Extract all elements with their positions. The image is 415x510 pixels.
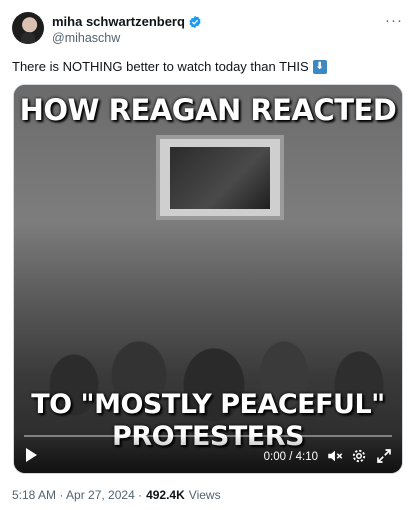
tweet-timestamp[interactable]: 5:18 AM · Apr 27, 2024 ·: [12, 488, 142, 502]
views-count[interactable]: 492.4K: [146, 488, 185, 502]
video-time: 0:00 / 4:10: [263, 451, 318, 463]
video-player[interactable]: HOW REAGAN REACTED TO "MOSTLY PEACEFUL" …: [13, 84, 403, 474]
tweet-header: miha schwartzenberq @mihaschw ···: [12, 12, 403, 46]
author-name-row[interactable]: miha schwartzenberq: [52, 14, 202, 29]
play-icon[interactable]: [26, 448, 37, 462]
volume-icon[interactable]: [326, 447, 344, 465]
video-controls: 0:00 / 4:10: [14, 433, 402, 473]
verified-badge-icon: [189, 15, 201, 28]
tweet-meta: 5:18 AM · Apr 27, 2024 · 492.4K Views: [12, 488, 221, 502]
author-handle[interactable]: @mihaschw: [52, 31, 120, 45]
author-display-name[interactable]: miha schwartzenberq: [52, 14, 185, 29]
video-headline-top: HOW REAGAN REACTED: [19, 93, 397, 127]
down-arrow-emoji-icon: ⬇: [312, 59, 327, 74]
tweet-text-body: There is NOTHING better to watch today t…: [12, 59, 309, 74]
views-label: Views: [188, 488, 221, 502]
avatar[interactable]: [12, 12, 44, 44]
video-headline-bottom-1: TO "MOSTLY PEACEFUL": [31, 389, 385, 420]
fullscreen-icon[interactable]: [375, 447, 393, 465]
tweet-text: There is NOTHING better to watch today t…: [12, 59, 327, 74]
gear-icon[interactable]: [350, 447, 368, 465]
more-icon[interactable]: ···: [385, 12, 403, 29]
video-progress-bar[interactable]: [24, 435, 392, 437]
video-painting: [156, 135, 284, 220]
